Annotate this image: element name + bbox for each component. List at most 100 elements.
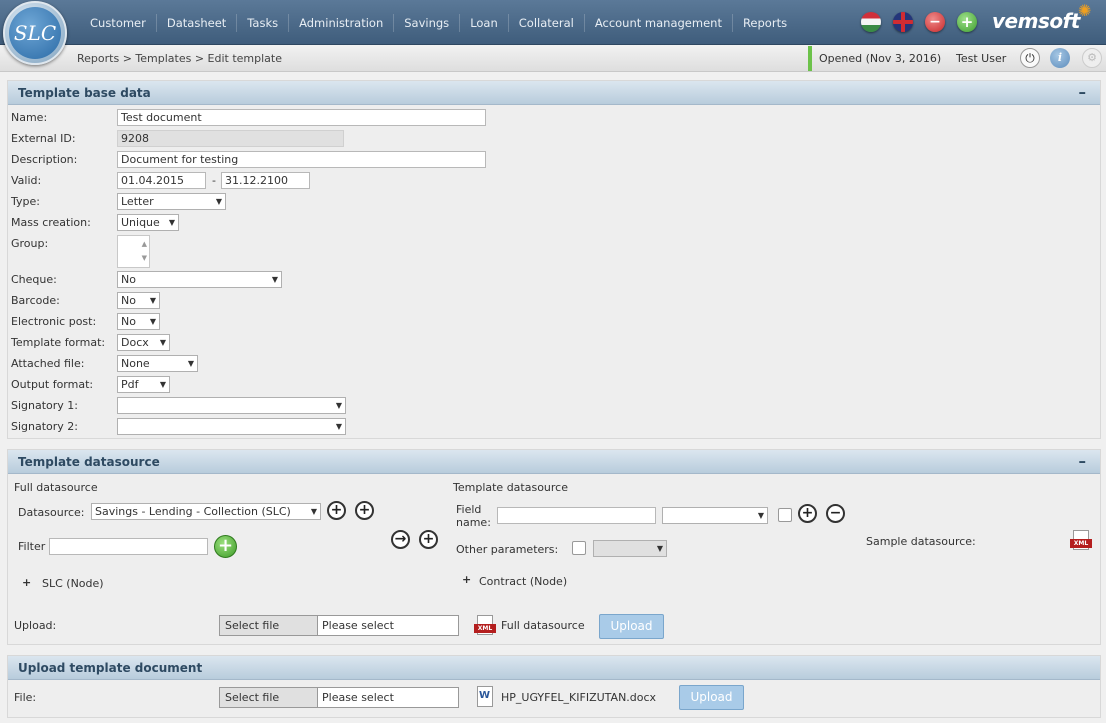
electronic-post-label: Electronic post:	[11, 315, 97, 328]
other-parameters-select[interactable]: ▼	[593, 540, 667, 557]
menu-customer[interactable]: Customer	[80, 13, 157, 32]
collapse-icon[interactable]: –	[1079, 83, 1087, 101]
vemsoft-logo: vemsoft	[992, 9, 1080, 33]
description-input[interactable]: Document for testing	[117, 151, 486, 168]
signatory-1-select[interactable]: ▼	[117, 397, 346, 414]
select-file-button[interactable]: Select file	[220, 688, 318, 707]
uploaded-filename[interactable]: HP_UGYFEL_KIFIZUTAN.docx	[501, 691, 656, 704]
template-datasource-title: Template datasource	[453, 481, 568, 494]
xml-file-icon[interactable]: XML	[1070, 530, 1092, 552]
other-parameters-checkbox[interactable]	[572, 541, 586, 555]
panel-title: Template datasource	[18, 455, 160, 469]
datasource-label: Datasource:	[18, 506, 85, 519]
mass-creation-select[interactable]: Unique ▼	[117, 214, 179, 231]
template-format-label: Template format:	[11, 336, 106, 349]
field-type-select[interactable]: ▼	[662, 507, 768, 524]
field-name-input[interactable]	[497, 507, 656, 524]
valid-label: Valid:	[11, 174, 42, 187]
slc-logo[interactable]: SLC	[3, 1, 67, 65]
menu-datasheet[interactable]: Datasheet	[157, 13, 238, 32]
group-listbox[interactable]: ▲ ▼	[117, 235, 150, 268]
electronic-post-value: No	[121, 315, 136, 328]
menu-account-management[interactable]: Account management	[585, 13, 733, 32]
file-placeholder: Please select	[322, 619, 394, 632]
menu-reports[interactable]: Reports	[733, 14, 797, 32]
arrow-right-icon[interactable]: →	[391, 530, 410, 549]
settings-icon[interactable]: ⚙	[1082, 48, 1102, 68]
power-icon[interactable]: ⏻	[1020, 48, 1040, 68]
panel-header: Template datasource –	[8, 450, 1100, 474]
electronic-post-select[interactable]: No ▼	[117, 313, 160, 330]
contract-node[interactable]: Contract (Node)	[479, 575, 567, 588]
barcode-value: No	[121, 294, 136, 307]
menu-loan[interactable]: Loan	[460, 13, 509, 32]
valid-to-input[interactable]: 31.12.2100	[221, 172, 310, 189]
upload-datasource-button[interactable]: Upload	[599, 614, 664, 639]
english-flag-icon[interactable]	[893, 12, 913, 32]
panel-header: Upload template document	[8, 656, 1100, 680]
datasource-file-input[interactable]: Select file Please select	[219, 615, 459, 636]
collapse-icon[interactable]: –	[1079, 452, 1087, 470]
add-icon[interactable]: +	[957, 12, 977, 32]
scroll-down-icon[interactable]: ▼	[142, 254, 147, 262]
other-parameters-label: Other parameters:	[456, 543, 559, 556]
output-format-label: Output format:	[11, 378, 94, 391]
expand-icon[interactable]: +	[22, 576, 31, 589]
field-checkbox[interactable]	[778, 508, 792, 522]
info-icon[interactable]: i	[1050, 48, 1070, 68]
signatory-1-label: Signatory 1:	[11, 399, 79, 412]
top-navigation-bar: Customer Datasheet Tasks Administration …	[0, 0, 1106, 45]
add-field-icon[interactable]: +	[419, 530, 438, 549]
attached-file-label: Attached file:	[11, 357, 85, 370]
valid-separator: -	[212, 174, 216, 187]
type-value: Letter	[121, 195, 154, 208]
scroll-up-icon[interactable]: ▲	[142, 240, 147, 248]
remove-template-field-icon[interactable]: −	[826, 504, 845, 523]
attached-file-value: None	[121, 357, 150, 370]
signatory-2-select[interactable]: ▼	[117, 418, 346, 435]
add-datasource-list-icon[interactable]: +	[355, 501, 374, 520]
chevron-down-icon: ▼	[335, 401, 342, 410]
expand-icon[interactable]: +	[462, 573, 471, 586]
upload-label: Upload:	[14, 619, 57, 632]
valid-from-input[interactable]: 01.04.2015	[117, 172, 206, 189]
type-select[interactable]: Letter ▼	[117, 193, 226, 210]
add-template-field-icon[interactable]: +	[798, 504, 817, 523]
menu-tasks[interactable]: Tasks	[237, 13, 290, 32]
select-file-button[interactable]: Select file	[220, 616, 318, 635]
word-document-icon: W	[475, 686, 495, 708]
mass-creation-value: Unique	[121, 216, 160, 229]
slc-logo-text: SLC	[9, 7, 61, 59]
menu-savings[interactable]: Savings	[394, 13, 461, 32]
file-placeholder: Please select	[322, 691, 394, 704]
hungarian-flag-icon[interactable]	[861, 12, 881, 32]
remove-icon[interactable]: −	[925, 12, 945, 32]
add-datasource-icon[interactable]: +	[327, 501, 346, 520]
filter-label: Filter	[18, 540, 46, 553]
attached-file-select[interactable]: None ▼	[117, 355, 198, 372]
template-format-value: Docx	[121, 336, 149, 349]
slc-node[interactable]: SLC (Node)	[42, 577, 104, 590]
filter-input[interactable]	[49, 538, 208, 555]
xml-file-icon[interactable]: XML	[474, 615, 496, 637]
menu-administration[interactable]: Administration	[289, 13, 395, 32]
chevron-down-icon: ▼	[215, 197, 222, 206]
chevron-down-icon: ▼	[757, 511, 764, 520]
panel-header: Template base data –	[8, 81, 1100, 105]
upload-document-button[interactable]: Upload	[679, 685, 744, 710]
full-datasource-link[interactable]: Full datasource	[501, 619, 585, 632]
datasource-select[interactable]: Savings - Lending - Collection (SLC) ▼	[91, 503, 321, 520]
barcode-label: Barcode:	[11, 294, 60, 307]
output-format-select[interactable]: Pdf ▼	[117, 376, 170, 393]
field-name-label-2: name:	[456, 516, 491, 529]
field-name-label-1: Field	[456, 503, 482, 516]
template-format-select[interactable]: Docx ▼	[117, 334, 170, 351]
menu-collateral[interactable]: Collateral	[509, 13, 585, 32]
barcode-select[interactable]: No ▼	[117, 292, 160, 309]
cheque-select[interactable]: No ▼	[117, 271, 282, 288]
file-label: File:	[14, 691, 37, 704]
name-input[interactable]: Test document	[117, 109, 486, 126]
template-file-input[interactable]: Select file Please select	[219, 687, 459, 708]
name-label: Name:	[11, 111, 48, 124]
add-filter-icon[interactable]: +	[214, 535, 237, 558]
